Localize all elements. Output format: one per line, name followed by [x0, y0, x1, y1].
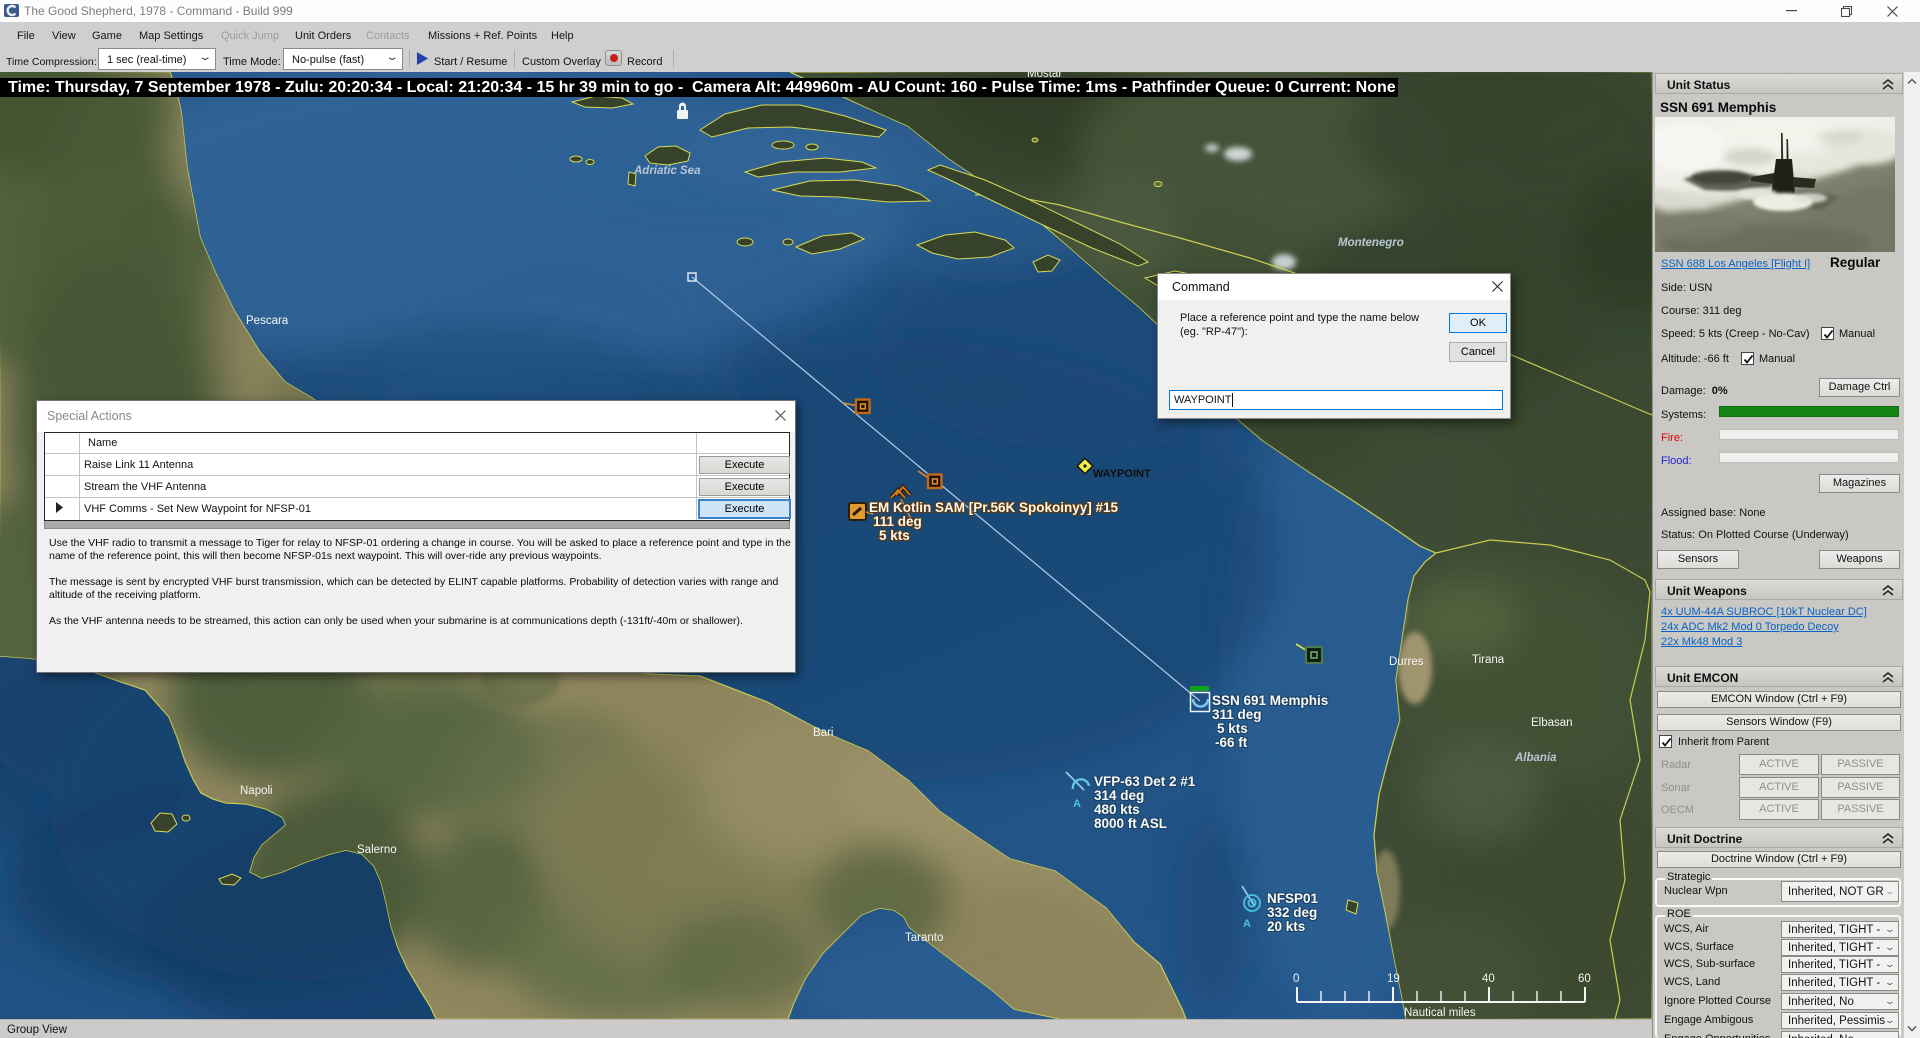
svg-text:Salerno: Salerno: [357, 844, 397, 856]
svg-text:20 kts: 20 kts: [1267, 919, 1305, 934]
svg-text:5 kts: 5 kts: [1217, 721, 1248, 736]
svg-text:332 deg: 332 deg: [1267, 905, 1317, 920]
svg-text:480 kts: 480 kts: [1094, 802, 1140, 817]
svg-text:5 kts: 5 kts: [879, 528, 910, 543]
svg-text:NFSP01: NFSP01: [1267, 891, 1319, 906]
svg-text:A: A: [1243, 918, 1251, 930]
svg-text:Pescara: Pescara: [246, 315, 289, 327]
svg-text:Bari: Bari: [813, 727, 833, 739]
svg-text:111 deg: 111 deg: [873, 514, 922, 529]
svg-text:A: A: [1073, 798, 1081, 810]
svg-text:0: 0: [1293, 973, 1299, 985]
svg-text:314 deg: 314 deg: [1094, 788, 1144, 803]
svg-text:Tirana: Tirana: [1472, 654, 1505, 666]
svg-text:-66 ft: -66 ft: [1215, 735, 1248, 750]
svg-text:Adriatic Sea: Adriatic Sea: [633, 165, 701, 177]
svg-text:Nautical miles: Nautical miles: [1404, 1007, 1476, 1019]
svg-text:SSN 691 Memphis: SSN 691 Memphis: [1212, 693, 1328, 708]
svg-text:WAYPOINT: WAYPOINT: [1093, 468, 1151, 480]
svg-text:Durres: Durres: [1389, 656, 1424, 668]
svg-text:VFP-63 Det 2 #1: VFP-63 Det 2 #1: [1094, 774, 1196, 789]
svg-text:19: 19: [1387, 973, 1400, 985]
svg-text:Montenegro: Montenegro: [1338, 237, 1404, 249]
svg-text:Taranto: Taranto: [905, 932, 943, 944]
svg-text:311 deg: 311 deg: [1212, 707, 1262, 722]
svg-text:40: 40: [1482, 973, 1495, 985]
svg-text:Elbasan: Elbasan: [1531, 717, 1573, 729]
svg-text:EM Kotlin SAM [Pr.56K Spokoiny: EM Kotlin SAM [Pr.56K Spokoinyy] #15: [869, 500, 1119, 515]
svg-text:8000 ft ASL: 8000 ft ASL: [1094, 816, 1167, 831]
svg-text:Albania: Albania: [1514, 752, 1557, 764]
svg-text:Napoli: Napoli: [240, 785, 273, 797]
svg-text:60: 60: [1578, 973, 1591, 985]
